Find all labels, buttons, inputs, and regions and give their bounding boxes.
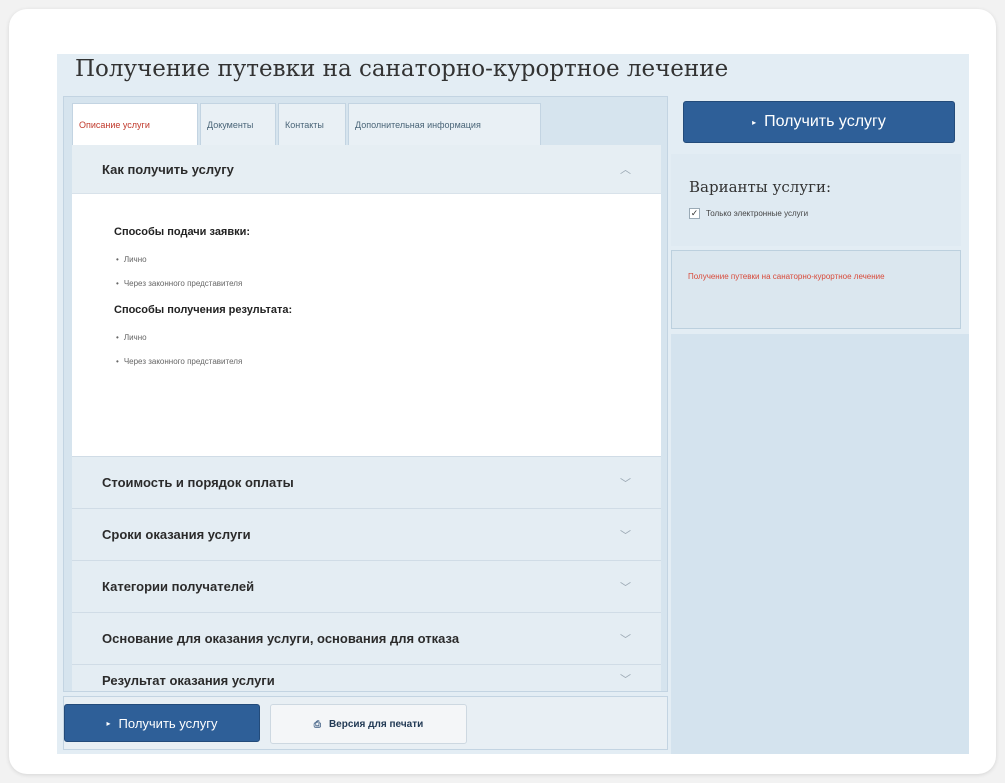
chevron-up-icon: ︿ bbox=[620, 164, 631, 176]
accordion-header-terms[interactable]: Сроки оказания услуги ﹀ bbox=[72, 508, 661, 560]
action-footer: ▸ Получить услугу ⎙ Версия для печати bbox=[63, 696, 668, 750]
tab-contacts[interactable]: Контакты bbox=[278, 103, 346, 145]
result-methods-list: Лично Через законного представителя bbox=[114, 326, 661, 374]
tab-additional-info[interactable]: Дополнительная информация bbox=[348, 103, 541, 145]
list-item: Через законного представителя bbox=[114, 272, 661, 296]
sidebar-background bbox=[671, 334, 969, 754]
accordion-title: Как получить услугу bbox=[102, 161, 234, 177]
list-item: Через законного представителя bbox=[114, 350, 661, 374]
gosuslugi-service-page: Получение путевки на санаторно-курортное… bbox=[57, 54, 969, 754]
only-electronic-option[interactable]: ✓ Только электронные услуги bbox=[689, 208, 808, 219]
button-label: Версия для печати bbox=[328, 718, 424, 730]
tab-bar: Описание услуги Документы Контакты Допол… bbox=[72, 103, 543, 145]
submit-methods-heading: Способы подачи заявки: bbox=[114, 226, 251, 238]
only-electronic-checkbox[interactable]: ✓ bbox=[689, 208, 700, 219]
accordion-title: Результат оказания услуги bbox=[102, 673, 275, 688]
accordion-header-recipients[interactable]: Категории получателей ﹀ bbox=[72, 560, 661, 612]
accordion-header-how-to-get[interactable]: Как получить услугу ︿ bbox=[72, 145, 661, 194]
print-version-button[interactable]: ⎙ Версия для печати bbox=[270, 704, 467, 744]
variants-title: Варианты услуги: bbox=[689, 178, 832, 196]
chevron-down-icon: ﹀ bbox=[620, 633, 631, 646]
tab-documents[interactable]: Документы bbox=[200, 103, 276, 145]
list-item: Лично bbox=[114, 326, 661, 350]
accordion-content-how-to-get: Способы подачи заявки: Лично Через закон… bbox=[72, 194, 661, 456]
chevron-down-icon: ﹀ bbox=[620, 477, 631, 490]
accordion-title: Основание для оказания услуги, основания… bbox=[102, 631, 460, 646]
get-service-button[interactable]: ▸ Получить услугу bbox=[64, 704, 260, 742]
related-service-link[interactable]: Получение путевки на санаторно-курортное… bbox=[688, 271, 943, 283]
sidebar-get-service-button[interactable]: ▸ Получить услугу bbox=[683, 101, 955, 143]
accordion-title: Сроки оказания услуги bbox=[102, 527, 251, 542]
arrow-right-icon: ▸ bbox=[752, 117, 757, 127]
only-electronic-label: Только электронные услуги bbox=[706, 209, 809, 218]
tab-description[interactable]: Описание услуги bbox=[72, 103, 198, 145]
service-variants-box: Варианты услуги: ✓ Только электронные ус… bbox=[671, 154, 961, 246]
submit-methods-list: Лично Через законного представителя bbox=[114, 248, 661, 296]
chevron-down-icon: ﹀ bbox=[620, 529, 631, 542]
chevron-down-icon: ﹀ bbox=[620, 581, 631, 594]
accordion-header-grounds[interactable]: Основание для оказания услуги, основания… bbox=[72, 612, 661, 664]
accordion-title: Категории получателей bbox=[102, 579, 255, 594]
service-info-panel: Описание услуги Документы Контакты Допол… bbox=[63, 96, 668, 692]
page-title: Получение путевки на санаторно-курортное… bbox=[75, 56, 729, 82]
list-item: Лично bbox=[114, 248, 661, 272]
content-card: Получение путевки на санаторно-курортное… bbox=[9, 9, 996, 774]
arrow-right-icon: ▸ bbox=[106, 718, 111, 728]
result-methods-heading: Способы получения результата: bbox=[114, 304, 293, 316]
accordion-title: Стоимость и порядок оплаты bbox=[102, 475, 294, 490]
button-label: Получить услугу bbox=[764, 113, 886, 130]
accordion-header-result[interactable]: Результат оказания услуги ﹀ bbox=[72, 664, 661, 691]
accordion-header-cost[interactable]: Стоимость и порядок оплаты ﹀ bbox=[72, 456, 661, 508]
button-label: Получить услугу bbox=[118, 715, 218, 731]
related-service-box: Получение путевки на санаторно-курортное… bbox=[671, 250, 961, 329]
print-icon: ⎙ bbox=[313, 718, 321, 729]
chevron-down-icon: ﹀ bbox=[620, 674, 631, 686]
